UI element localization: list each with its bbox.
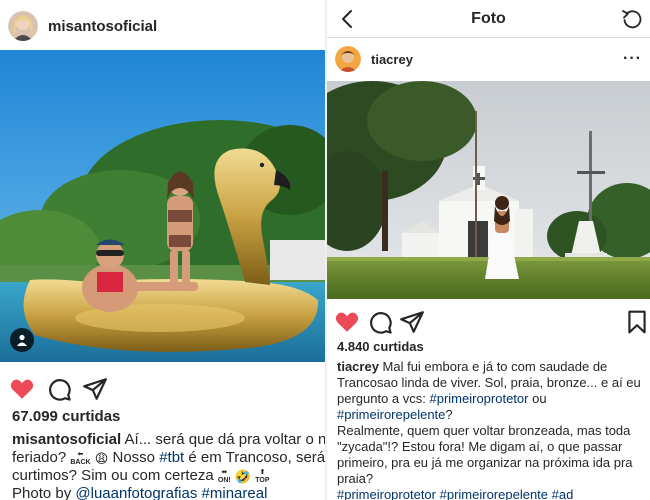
person-icon xyxy=(17,334,27,346)
post-actions xyxy=(0,374,325,404)
post-caption: misantosoficial Aí... será que dá pra vo… xyxy=(12,431,325,500)
caption-text: curtimos? Sim ou com certeza xyxy=(12,467,218,484)
mention-photographer[interactable]: @luaanfotografias xyxy=(75,485,197,500)
back-arrow-emoji: ⬅ BACK xyxy=(70,451,91,466)
share-icon[interactable] xyxy=(399,309,425,335)
post-photo[interactable] xyxy=(327,81,650,299)
caption-text: é em Trancoso, será xyxy=(184,449,325,466)
hashtag-primeirorepelente[interactable]: #primeirorepelente xyxy=(440,487,548,500)
post-header: tiacrey ··· xyxy=(327,44,650,74)
post-actions xyxy=(327,307,650,337)
hashtag-primeiroprotetor[interactable]: #primeiroprotetor xyxy=(430,391,529,406)
on-arrow-emoji: ⬌ ON! xyxy=(217,469,231,484)
post-username[interactable]: misantosoficial xyxy=(48,18,157,35)
caption-paragraph: Realmente, quem quer voltar bronzeada, m… xyxy=(337,423,633,486)
caption-hashtags: #primeiroprotetor #primeirorepelente #ad xyxy=(337,487,647,500)
share-icon[interactable] xyxy=(82,376,108,402)
caption-text: ou xyxy=(528,391,547,406)
caption-paragraph: tiacrey Mal fui embora e já to com sauda… xyxy=(337,359,647,423)
tagged-people-button[interactable] xyxy=(10,328,34,352)
hashtag-minareal[interactable]: #minareal xyxy=(202,485,268,500)
nav-bar: Foto xyxy=(327,0,650,38)
caption-text: feriado? xyxy=(12,449,71,466)
like-heart-icon[interactable] xyxy=(334,309,360,335)
avatar[interactable] xyxy=(335,46,361,72)
caption-text: ? xyxy=(445,407,453,422)
weary-face-emoji: 😩 xyxy=(94,451,109,466)
page-title: Foto xyxy=(471,9,506,27)
top-arrow-emoji: ⬆ TOP xyxy=(255,469,270,484)
caption-text: Aí... será que dá pra voltar o nosso xyxy=(124,431,325,448)
post-username[interactable]: tiacrey xyxy=(371,52,413,67)
comment-icon[interactable] xyxy=(46,376,72,402)
avatar[interactable] xyxy=(8,11,38,41)
rofl-emoji: 🤣 xyxy=(234,469,252,484)
refresh-icon[interactable] xyxy=(620,7,644,31)
hashtag-ad[interactable]: #ad xyxy=(552,487,574,500)
post-header: misantosoficial xyxy=(0,8,325,44)
like-heart-icon[interactable] xyxy=(9,376,35,402)
like-count[interactable]: 4.840 curtidas xyxy=(337,339,424,354)
comment-icon[interactable] xyxy=(367,309,393,335)
hashtag-tbt[interactable]: #tbt xyxy=(159,449,184,466)
post-photo[interactable] xyxy=(0,50,325,362)
back-chevron-icon[interactable] xyxy=(337,7,359,31)
caption-username[interactable]: misantosoficial xyxy=(12,431,121,448)
hashtag-primeirorepelente[interactable]: #primeirorepelente xyxy=(337,407,445,422)
hashtag-primeiroprotetor[interactable]: #primeiroprotetor xyxy=(337,487,436,500)
like-count[interactable]: 67.099 curtidas xyxy=(12,408,120,425)
caption-username[interactable]: tiacrey xyxy=(337,359,379,374)
bookmark-icon[interactable] xyxy=(624,309,650,335)
left-post-screenshot: misantosoficial 67.099 curtidas misantos… xyxy=(0,0,325,500)
caption-text: Nosso xyxy=(108,449,160,466)
more-options-icon[interactable]: ··· xyxy=(623,50,642,68)
caption-text: Photo by xyxy=(12,485,76,500)
post-caption: tiacrey Mal fui embora e já to com sauda… xyxy=(337,359,647,500)
right-post-screenshot: Foto tiacrey ··· 4.840 curtidas tiacrey … xyxy=(327,0,650,500)
